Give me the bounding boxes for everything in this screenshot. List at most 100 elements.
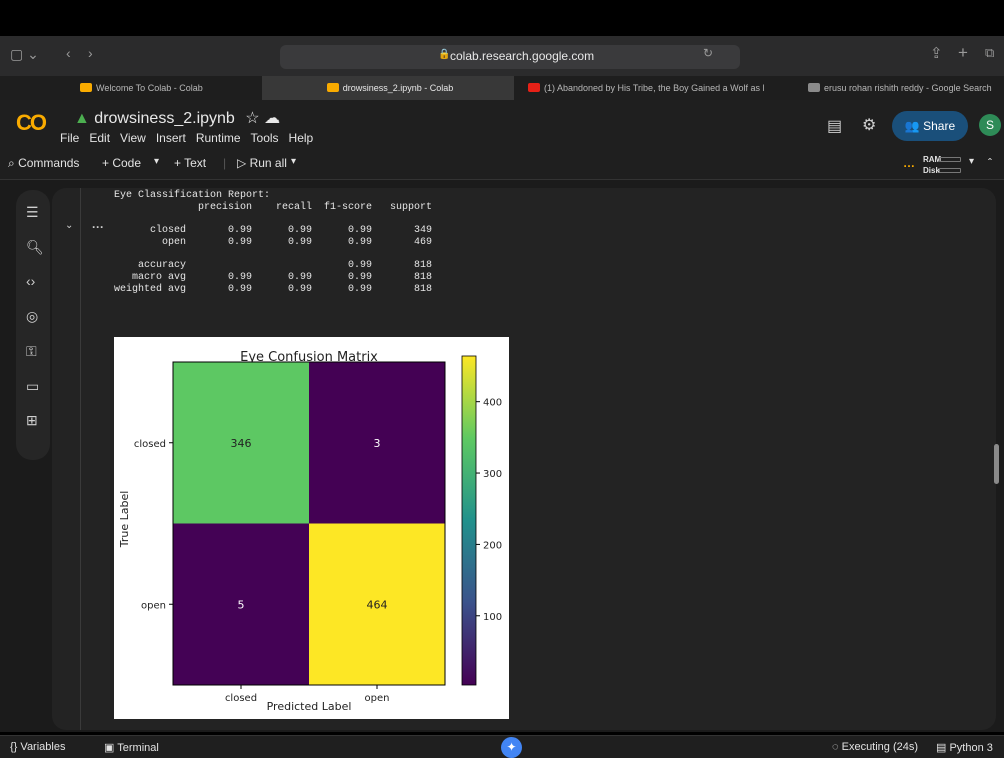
x-tick-label: closed — [225, 693, 257, 704]
classification-report: Eye Classification Report: precision rec… — [114, 190, 433, 295]
variables-button[interactable]: {} Variables — [10, 741, 65, 753]
tab-title: erusu rohan rishith reddy - Google Searc… — [824, 83, 992, 93]
reload-icon[interactable]: ↻ — [703, 46, 713, 60]
tab-strip: Welcome To Colab - Colab drowsiness_2.ip… — [0, 76, 1004, 100]
executing-label: Executing (24s) — [841, 741, 919, 753]
menu-help[interactable]: Help — [289, 131, 314, 145]
ram-bar — [939, 157, 961, 162]
tab-title: (1) Abandoned by His Tribe, the Boy Gain… — [544, 83, 764, 93]
collapse-header-icon[interactable]: ˆ — [988, 156, 992, 170]
y-tick-label: open — [141, 600, 166, 611]
x-tick-label: open — [365, 693, 390, 704]
toolbar-divider: | — [223, 156, 227, 170]
share-button[interactable]: 👥 Share — [892, 111, 968, 141]
x-axis-label: Predicted Label — [267, 700, 352, 713]
executing-status[interactable]: ◌ Executing (24s) — [832, 741, 918, 753]
notebook-title-row: ▲ drowsiness_2.ipynb ☆ ☁ — [74, 108, 280, 128]
colab-icon — [326, 83, 339, 92]
runtime-status[interactable]: ▤ Python 3 — [936, 741, 993, 754]
run-all-label: Run all — [249, 156, 287, 170]
run-all-button[interactable]: ▷ Run all — [237, 156, 287, 170]
runtime-icon: ▤ — [936, 742, 947, 754]
tab-overview-icon[interactable]: ⧉ — [985, 45, 994, 61]
colorbar-tick-label: 200 — [483, 540, 502, 551]
y-axis-label: True Label — [118, 491, 131, 549]
disk-bar — [939, 168, 961, 173]
colab-logo[interactable]: CO — [16, 110, 47, 136]
code-dropdown-icon[interactable]: ▾ — [154, 156, 159, 167]
menu-insert[interactable]: Insert — [156, 131, 186, 145]
share-label: Share — [923, 119, 956, 133]
add-text-button[interactable]: + Text — [174, 156, 206, 170]
commands-label: Commands — [18, 156, 80, 170]
menu-view[interactable]: View — [120, 131, 146, 145]
variables-label: Variables — [20, 741, 66, 753]
spinner-icon: ◌ — [832, 741, 839, 753]
colorbar-tick-label: 100 — [483, 612, 502, 623]
colorbar-tick-label: 300 — [483, 469, 502, 480]
tab-title: Welcome To Colab - Colab — [96, 83, 203, 93]
gemini-button[interactable]: ✦ — [501, 737, 522, 758]
runtime-label: Python 3 — [949, 742, 993, 754]
avatar[interactable]: S — [979, 114, 1001, 136]
cloud-icon: ☁ — [264, 110, 281, 127]
tab-drowsiness[interactable]: drowsiness_2.ipynb - Colab — [262, 76, 514, 100]
tab-title: drowsiness_2.ipynb - Colab — [342, 83, 454, 93]
tab-google-search[interactable]: erusu rohan rishith reddy - Google Searc… — [804, 76, 1002, 100]
folder-icon[interactable]: ▭ — [26, 378, 39, 395]
find-icon[interactable]: 🔍︎ — [26, 239, 44, 256]
terminal-label: Terminal — [117, 742, 159, 754]
cell-value-label: 464 — [367, 598, 388, 611]
colab-icon — [80, 83, 92, 92]
notebook-title[interactable]: drowsiness_2.ipynb — [94, 110, 235, 127]
tab-youtube[interactable]: (1) Abandoned by His Tribe, the Boy Gain… — [524, 76, 764, 100]
new-tab-icon[interactable]: + — [958, 43, 968, 63]
cell-value-label: 5 — [238, 598, 245, 611]
cell-gutter — [80, 188, 81, 730]
share-page-icon[interactable]: ⇪ — [930, 44, 943, 62]
colorbar-tick-label: 400 — [483, 398, 502, 409]
toc-icon[interactable]: ☰ — [26, 204, 39, 221]
table-icon[interactable]: ⊞ — [26, 412, 38, 429]
menu-edit[interactable]: Edit — [89, 131, 110, 145]
terminal-icon: ▣ — [104, 742, 115, 754]
collapse-output-icon[interactable]: ⌄ — [65, 220, 73, 231]
colorbar — [461, 355, 477, 686]
key-icon[interactable]: ⚿ — [26, 343, 37, 360]
secrets-icon[interactable]: ◎ — [26, 308, 38, 325]
back-icon[interactable]: ‹ — [66, 45, 71, 61]
y-tick-label: closed — [134, 439, 166, 450]
code-snippets-icon[interactable]: ‹› — [26, 273, 35, 289]
screen-top-border — [0, 0, 1004, 36]
tab-welcome[interactable]: Welcome To Colab - Colab — [76, 76, 256, 100]
menu-runtime[interactable]: Runtime — [196, 131, 241, 145]
disk-label: Disk — [923, 166, 940, 175]
forward-icon[interactable]: › — [88, 45, 93, 61]
run-dropdown-icon[interactable]: ▾ — [291, 156, 296, 167]
menu-tools[interactable]: Tools — [251, 131, 279, 145]
braces-icon: {} — [10, 741, 18, 753]
menu-bar: File Edit View Insert Runtime Tools Help — [60, 131, 313, 145]
output-actions-icon[interactable]: ··· — [92, 220, 104, 234]
comments-icon[interactable]: ▤ — [827, 116, 842, 136]
search-icon: ⌕ — [8, 156, 15, 170]
gemini-icon: ✦ — [506, 740, 517, 754]
resource-dropdown-icon[interactable]: ▾ — [969, 156, 974, 167]
resource-monitor[interactable]: RAM Disk — [903, 155, 961, 177]
confusion-matrix-chart: Eye Confusion Matrix Predicted Label Tru… — [118, 350, 502, 713]
sidebar-toggle-icon[interactable]: ▢ ⌄ — [10, 46, 39, 63]
people-icon: 👥 — [904, 119, 920, 133]
gear-icon[interactable]: ⚙ — [862, 115, 876, 135]
url-text: colab.research.google.com — [450, 49, 595, 63]
youtube-icon — [528, 83, 540, 92]
terminal-button[interactable]: ▣ Terminal — [104, 741, 159, 754]
add-code-button[interactable]: + Code — [102, 156, 141, 170]
menu-file[interactable]: File — [60, 131, 79, 145]
confusion-matrix-figure: Eye Confusion Matrix Predicted Label Tru… — [114, 337, 509, 719]
scrollbar-thumb[interactable] — [994, 444, 999, 484]
star-icon[interactable]: ☆ — [245, 110, 259, 127]
drive-icon: ▲ — [74, 110, 90, 127]
commands-button[interactable]: ⌕ Commands — [8, 156, 79, 171]
lock-icon: 🔒 — [438, 49, 451, 60]
cell-value-label: 3 — [374, 437, 381, 450]
